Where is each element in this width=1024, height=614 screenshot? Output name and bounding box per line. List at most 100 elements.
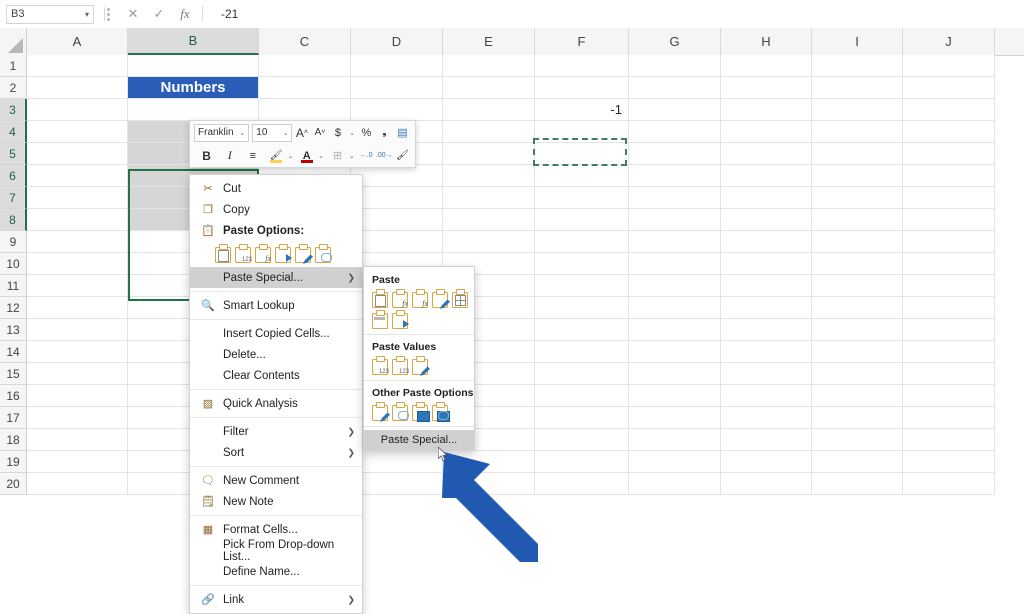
column-header-d[interactable]: D <box>351 28 443 55</box>
cell-i19[interactable] <box>812 451 903 473</box>
cell-a18[interactable] <box>27 429 128 451</box>
paste-picture-icon[interactable] <box>411 402 430 422</box>
row-header-3[interactable]: 3 <box>0 99 27 121</box>
cell-i8[interactable] <box>812 209 903 231</box>
cell-j1[interactable] <box>903 55 995 77</box>
paste-values-number-formatting-icon[interactable]: 123 <box>391 356 409 375</box>
row-header-11[interactable]: 11 <box>0 275 27 297</box>
cell-e6[interactable] <box>443 165 535 187</box>
cell-i10[interactable] <box>812 253 903 275</box>
cell-g1[interactable] <box>629 55 721 77</box>
menu-item-pick-from-drop-down-list[interactable]: Pick From Drop-down List... <box>190 539 362 563</box>
cell-g15[interactable] <box>629 363 721 385</box>
accounting-format-icon[interactable]: $ <box>329 123 346 142</box>
cell-f17[interactable] <box>535 407 629 429</box>
cell-j6[interactable] <box>903 165 995 187</box>
column-header-e[interactable]: E <box>443 28 535 55</box>
cell-g6[interactable] <box>629 165 721 187</box>
cell-j12[interactable] <box>903 297 995 319</box>
cell-d9[interactable] <box>351 231 443 253</box>
cell-i16[interactable] <box>812 385 903 407</box>
paste-formulas-number-formatting-icon[interactable]: fx <box>411 289 428 308</box>
shrink-font-icon[interactable]: A ˅ <box>311 123 328 142</box>
cell-h12[interactable] <box>721 297 812 319</box>
cell-h7[interactable] <box>721 187 812 209</box>
cell-c3[interactable] <box>259 99 351 121</box>
cell-f7[interactable] <box>535 187 629 209</box>
cell-j8[interactable] <box>903 209 995 231</box>
cell-g4[interactable] <box>629 121 721 143</box>
cell-f9[interactable] <box>535 231 629 253</box>
cell-f11[interactable] <box>535 275 629 297</box>
cell-d6[interactable] <box>351 165 443 187</box>
cell-f3[interactable]: -1 <box>535 99 629 121</box>
cell-j3[interactable] <box>903 99 995 121</box>
cell-j10[interactable] <box>903 253 995 275</box>
number-format-icon[interactable]: ▤ <box>394 123 411 142</box>
row-header-8[interactable]: 8 <box>0 209 27 231</box>
cell-h1[interactable] <box>721 55 812 77</box>
column-header-i[interactable]: I <box>812 28 903 55</box>
cell-i12[interactable] <box>812 297 903 319</box>
chevron-down-icon[interactable]: ⌄ <box>286 146 296 165</box>
cell-a10[interactable] <box>27 253 128 275</box>
menu-item-new-note[interactable]: 🗒 New Note <box>190 491 362 512</box>
cell-g7[interactable] <box>629 187 721 209</box>
cell-a6[interactable] <box>27 165 128 187</box>
cell-a4[interactable] <box>27 121 128 143</box>
cell-b1[interactable] <box>128 55 259 77</box>
cell-e2[interactable] <box>443 77 535 99</box>
paste-special-button[interactable]: Paste Special... <box>364 430 474 450</box>
cell-a20[interactable] <box>27 473 128 495</box>
cell-d3[interactable] <box>351 99 443 121</box>
cell-a19[interactable] <box>27 451 128 473</box>
row-header-15[interactable]: 15 <box>0 363 27 385</box>
cell-h16[interactable] <box>721 385 812 407</box>
menu-item-filter[interactable]: Filter ❯ <box>190 421 362 442</box>
row-header-16[interactable]: 16 <box>0 385 27 407</box>
cell-h11[interactable] <box>721 275 812 297</box>
cell-i7[interactable] <box>812 187 903 209</box>
cell-j16[interactable] <box>903 385 995 407</box>
mini-formatting-toolbar[interactable]: Franklin ⌄ 10 ⌄ A˄ A˅ $ ⌄ % ❟ ▤ B I ≡ <box>189 120 416 168</box>
cell-j2[interactable] <box>903 77 995 99</box>
menu-item-sort[interactable]: Sort ❯ <box>190 442 362 463</box>
paste-special-submenu[interactable]: Paste fx fx Paste Values 123 123 Other Paste O… <box>363 266 475 451</box>
cell-c2[interactable] <box>259 77 351 99</box>
row-header-18[interactable]: 18 <box>0 429 27 451</box>
insert-function-icon[interactable]: fx <box>172 3 198 25</box>
cell-e3[interactable] <box>443 99 535 121</box>
cell-i20[interactable] <box>812 473 903 495</box>
cell-g9[interactable] <box>629 231 721 253</box>
cell-g17[interactable] <box>629 407 721 429</box>
cell-i18[interactable] <box>812 429 903 451</box>
cell-g20[interactable] <box>629 473 721 495</box>
cell-j14[interactable] <box>903 341 995 363</box>
menu-item-smart-lookup[interactable]: 🔍 Smart Lookup <box>190 295 362 316</box>
column-header-j[interactable]: J <box>903 28 995 55</box>
bold-icon[interactable]: B <box>198 146 215 165</box>
row-header-6[interactable]: 6 <box>0 165 27 187</box>
cell-i9[interactable] <box>812 231 903 253</box>
menu-item-define-name[interactable]: Define Name... <box>190 561 362 582</box>
column-header-a[interactable]: A <box>27 28 128 55</box>
cell-g14[interactable] <box>629 341 721 363</box>
cell-f4[interactable] <box>535 121 629 143</box>
cell-a12[interactable] <box>27 297 128 319</box>
cell-a15[interactable] <box>27 363 128 385</box>
column-header-b[interactable]: B <box>128 28 259 55</box>
cell-g3[interactable] <box>629 99 721 121</box>
cell-i6[interactable] <box>812 165 903 187</box>
cell-e8[interactable] <box>443 209 535 231</box>
menu-item-quick-analysis[interactable]: ▨ Quick Analysis <box>190 393 362 414</box>
row-header-13[interactable]: 13 <box>0 319 27 341</box>
fill-color-icon[interactable]: 🖌 <box>267 146 284 165</box>
cell-a8[interactable] <box>27 209 128 231</box>
cell-j4[interactable] <box>903 121 995 143</box>
cell-e7[interactable] <box>443 187 535 209</box>
cell-j17[interactable] <box>903 407 995 429</box>
paste-formulas-icon[interactable]: fx <box>391 289 408 308</box>
cell-h20[interactable] <box>721 473 812 495</box>
cell-i15[interactable] <box>812 363 903 385</box>
cell-f8[interactable] <box>535 209 629 231</box>
